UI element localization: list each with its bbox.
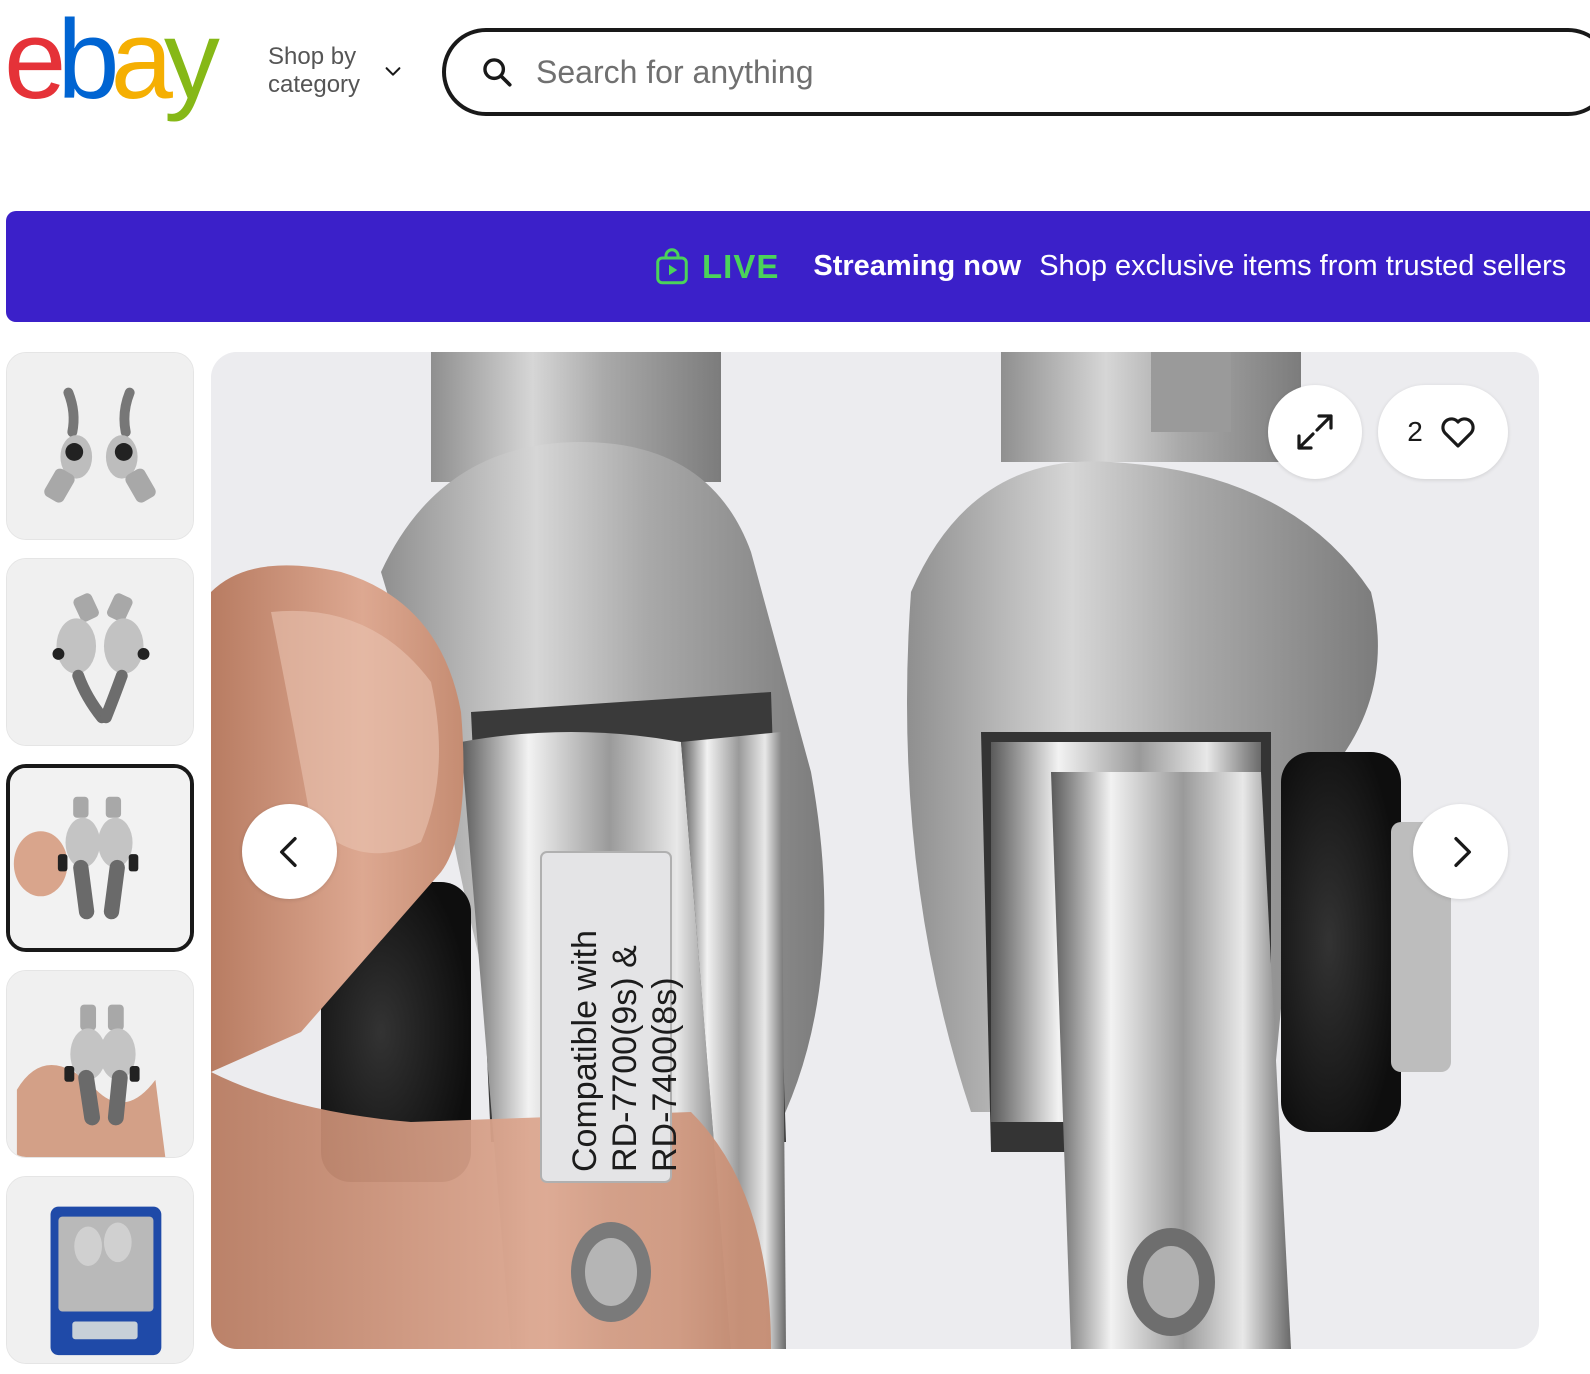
thumbnail-3[interactable]: [6, 764, 194, 952]
label-line-2: RD-7700(9s) &: [606, 945, 644, 1172]
chevron-left-icon: [279, 836, 297, 867]
label-line-3: RD-7400(8s): [646, 977, 684, 1172]
watch-count: 2: [1407, 416, 1423, 447]
search-input[interactable]: [534, 52, 1434, 92]
search-icon: [483, 58, 512, 87]
thumbnail-2[interactable]: [6, 558, 194, 746]
thumbnail-1[interactable]: [6, 352, 194, 540]
label-line-1: Compatible with: [566, 930, 604, 1172]
live-banner-content: LIVE Streaming now Shop exclusive items …: [654, 211, 1566, 322]
previous-image-button[interactable]: [242, 804, 337, 899]
shopping-bag-play-icon: [656, 247, 688, 284]
chevron-right-icon: [1453, 836, 1471, 867]
banner-description: Shop exclusive items from trusted seller…: [1039, 250, 1567, 282]
live-label: LIVE: [702, 247, 780, 285]
logo-letter-a: a: [110, 0, 173, 122]
logo-letter-y: y: [163, 0, 220, 122]
shop-by-category-label: Shop by category: [268, 43, 361, 98]
logo-letter-e: e: [4, 0, 66, 122]
streaming-now-label: Streaming now: [813, 250, 1022, 282]
chevron-down-icon: [385, 67, 401, 76]
expand-image-button[interactable]: [1268, 385, 1362, 479]
watch-button[interactable]: 2: [1378, 385, 1508, 479]
next-image-button[interactable]: [1413, 804, 1508, 899]
thumbnail-4[interactable]: [6, 970, 194, 1158]
thumbnail-5[interactable]: [6, 1176, 194, 1364]
search-bar: [442, 28, 1590, 116]
logo-letter-b: b: [57, 0, 119, 122]
header: e b a y Shop by category: [0, 0, 1590, 150]
shop-by-category-button[interactable]: Shop by category: [268, 40, 408, 102]
expand-icon: [1297, 414, 1333, 450]
heart-icon: [1441, 417, 1475, 448]
main-product-image[interactable]: Compatible with RD-7700(9s) & RD-7400(8s…: [211, 352, 1539, 1349]
ebay-logo[interactable]: e b a y: [4, 0, 220, 122]
live-streaming-banner[interactable]: LIVE Streaming now Shop exclusive items …: [6, 211, 1590, 322]
